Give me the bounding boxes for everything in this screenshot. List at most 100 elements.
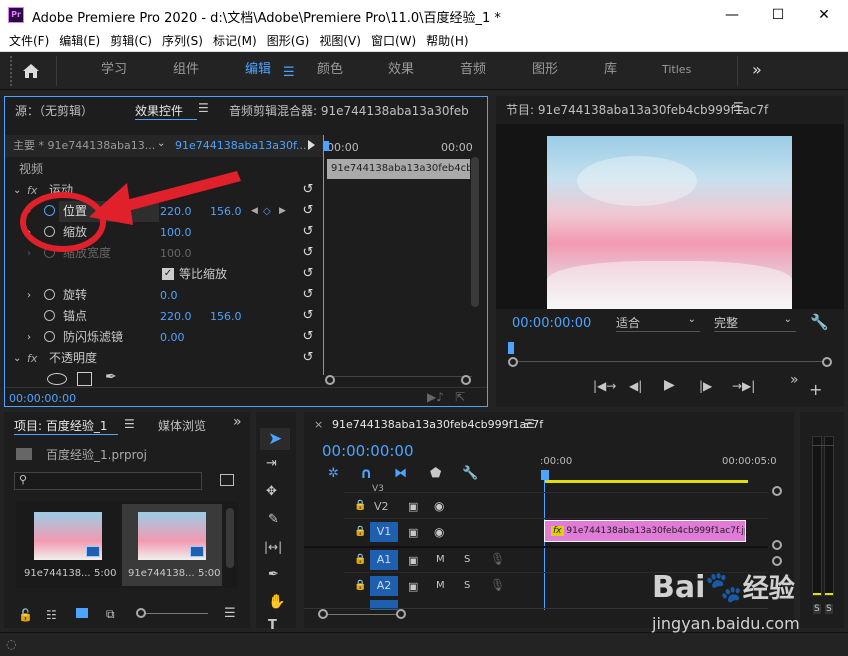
track-a2-label[interactable]: A2 xyxy=(370,576,398,596)
reset-icon[interactable]: ↺ xyxy=(301,309,315,323)
menu-edit[interactable]: 编辑(E) xyxy=(54,30,105,52)
uniform-scale-checkbox[interactable]: ✓ xyxy=(162,268,174,280)
program-playhead[interactable] xyxy=(508,342,514,354)
workspace-learn[interactable]: 学习 xyxy=(101,52,127,90)
export-icon[interactable]: ⇱ xyxy=(455,390,465,404)
tab-effect-controls[interactable]: 效果控件 xyxy=(135,102,183,119)
selection-tool-icon[interactable]: ➤ xyxy=(268,429,282,449)
workspace-audio[interactable]: 音频 xyxy=(460,52,486,90)
panel-menu-icon[interactable]: ☰ xyxy=(224,606,236,621)
eye-icon[interactable]: ◉ xyxy=(434,499,444,513)
zoom-handle[interactable] xyxy=(822,357,832,367)
panel-menu-icon[interactable]: ☰ xyxy=(124,417,135,431)
maximize-button[interactable]: ☐ xyxy=(758,4,798,26)
scroll-handle[interactable] xyxy=(772,540,782,550)
play-only-audio-icon[interactable] xyxy=(308,140,315,150)
track-v2-label[interactable]: V2 xyxy=(374,500,389,513)
eye-icon[interactable]: ◉ xyxy=(434,525,444,539)
program-video-frame[interactable] xyxy=(547,136,792,309)
zoom-handle[interactable] xyxy=(508,357,518,367)
workspace-editing[interactable]: 编辑 xyxy=(245,52,271,90)
reset-icon[interactable]: ↺ xyxy=(301,225,315,239)
tab-audio-clip-mixer[interactable]: 音频剪辑混合器: 91e744138aba13a30feb xyxy=(229,102,487,119)
go-to-out-icon[interactable]: →▶| xyxy=(732,379,755,393)
reset-icon[interactable]: ↺ xyxy=(301,183,315,197)
minimize-button[interactable]: — xyxy=(712,4,752,26)
scroll-handle[interactable] xyxy=(772,486,782,496)
pen-tool-icon[interactable]: ✒ xyxy=(268,567,279,582)
pen-mask-icon[interactable]: ✒ xyxy=(105,369,117,385)
workspace-overflow-button[interactable]: » xyxy=(752,52,762,90)
chevron-down-icon[interactable]: ⌄ xyxy=(157,138,165,149)
scroll-handle[interactable] xyxy=(772,556,782,566)
step-forward-icon[interactable]: |▶ xyxy=(699,379,712,393)
workspace-titles[interactable]: Titles xyxy=(662,52,691,90)
tab-source[interactable]: 源：（无剪辑） xyxy=(15,102,93,119)
menu-view[interactable]: 视图(V) xyxy=(314,30,366,52)
mute-button[interactable]: M xyxy=(436,554,445,565)
close-button[interactable]: ✕ xyxy=(804,4,844,26)
razor-tool-icon[interactable]: ✎ xyxy=(268,512,279,527)
reset-icon[interactable]: ↺ xyxy=(301,267,315,281)
workspace-menu-icon[interactable]: ☰ xyxy=(283,65,295,80)
panel-menu-icon[interactable]: ☰ xyxy=(524,417,535,431)
reset-icon[interactable]: ↺ xyxy=(301,351,315,365)
nest-icon[interactable]: ✲ xyxy=(328,466,339,481)
rectangle-mask-icon[interactable] xyxy=(77,372,92,386)
next-keyframe-icon[interactable]: ▶ xyxy=(279,201,286,222)
sync-lock-icon[interactable]: ▣ xyxy=(408,580,418,593)
menu-sequence[interactable]: 序列(S) xyxy=(157,30,208,52)
tab-media-browser[interactable]: 媒体浏览 xyxy=(158,417,206,434)
track-a1-label[interactable]: A1 xyxy=(370,550,398,570)
scroll-handle[interactable] xyxy=(318,609,328,619)
reset-icon[interactable]: ↺ xyxy=(301,204,315,218)
home-icon[interactable] xyxy=(22,63,40,79)
timeline-playhead-marker[interactable] xyxy=(541,470,549,480)
microphone-icon[interactable]: 🎙 xyxy=(490,578,505,592)
track-select-tool-icon[interactable]: ⇥ xyxy=(266,456,277,471)
type-tool-icon[interactable]: T xyxy=(268,618,277,633)
workspace-assembly[interactable]: 组件 xyxy=(173,52,199,90)
add-keyframe-icon[interactable]: ◇ xyxy=(263,201,271,222)
expand-chevron-icon[interactable]: › xyxy=(27,285,31,306)
list-view-icon[interactable]: ☷ xyxy=(46,608,57,622)
panel-overflow-icon[interactable]: » xyxy=(233,414,242,430)
menu-clip[interactable]: 剪辑(C) xyxy=(105,30,157,52)
scroll-handle[interactable] xyxy=(396,609,406,619)
expand-chevron-icon[interactable]: ⌄ xyxy=(13,348,21,369)
linked-selection-icon[interactable]: ⧓ xyxy=(394,466,407,481)
antiflicker-value[interactable]: 0.00 xyxy=(160,327,185,348)
reset-icon[interactable]: ↺ xyxy=(301,288,315,302)
lock-icon[interactable]: 🔒 xyxy=(354,500,366,511)
new-bin-icon[interactable] xyxy=(220,474,234,486)
lock-icon[interactable]: 🔒 xyxy=(354,526,366,537)
workspace-graphics[interactable]: 图形 xyxy=(532,52,558,90)
reset-icon[interactable]: ↺ xyxy=(301,330,315,344)
scroll-handle[interactable] xyxy=(461,375,471,385)
menu-file[interactable]: 文件(F) xyxy=(4,30,54,52)
add-marker-icon[interactable]: ⬟ xyxy=(430,466,441,481)
menu-window[interactable]: 窗口(W) xyxy=(366,30,421,52)
close-sequence-icon[interactable]: × xyxy=(314,418,323,431)
vertical-scrollbar[interactable] xyxy=(226,508,234,568)
sync-lock-icon[interactable]: ▣ xyxy=(408,526,418,539)
workspace-effects[interactable]: 效果 xyxy=(388,52,414,90)
add-button-icon[interactable]: + xyxy=(809,380,822,399)
project-item[interactable]: 91e744138... 5:00 xyxy=(18,504,118,586)
stopwatch-icon[interactable] xyxy=(44,289,55,303)
fx-icon[interactable]: fx xyxy=(27,348,37,369)
sync-lock-icon[interactable]: ▣ xyxy=(408,554,418,567)
rotation-value[interactable]: 0.0 xyxy=(160,285,178,306)
go-to-in-icon[interactable]: |◀→ xyxy=(593,379,616,393)
scroll-handle[interactable] xyxy=(325,375,335,385)
anchor-x-value[interactable]: 220.0 xyxy=(160,306,192,327)
freeform-view-icon[interactable]: ⧉ xyxy=(106,607,115,622)
quality-dropdown[interactable]: 完整 ⌄ xyxy=(714,314,796,332)
icon-view-icon[interactable] xyxy=(76,608,88,618)
effect-controls-timecode[interactable]: 00:00:00:00 xyxy=(9,392,76,405)
lock-icon[interactable]: 🔒 xyxy=(354,580,366,591)
work-area-bar[interactable] xyxy=(544,480,748,483)
slip-tool-icon[interactable]: |↔| xyxy=(264,540,282,554)
filter-icon[interactable]: ▶♪ xyxy=(427,390,444,404)
track-v1-label[interactable]: V1 xyxy=(370,522,398,542)
